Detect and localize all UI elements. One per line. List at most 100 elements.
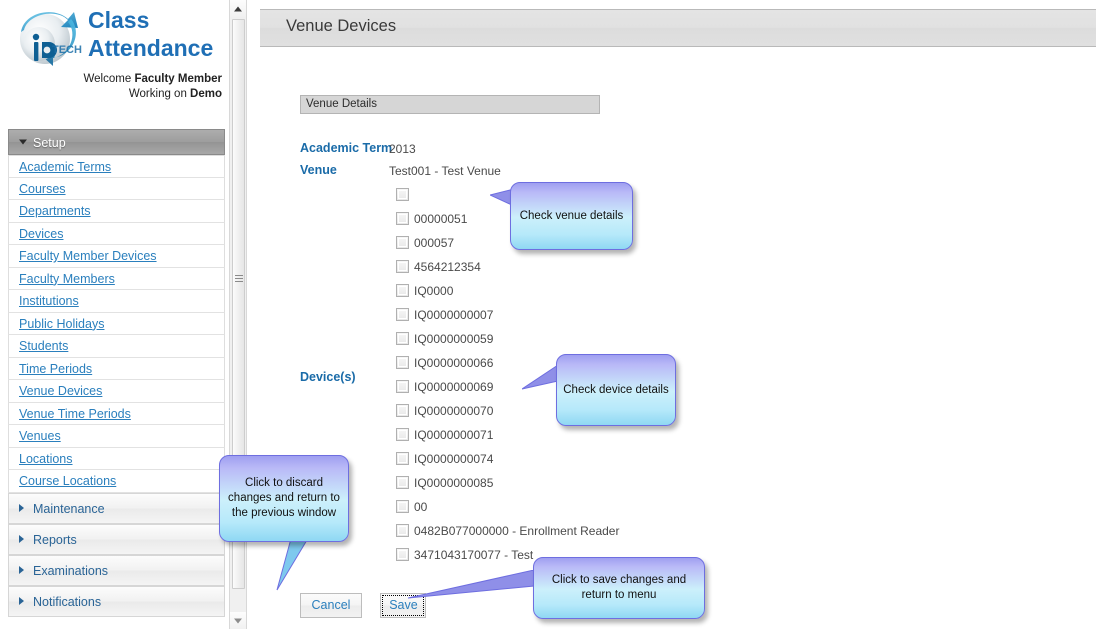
device-label: IQ0000000085 bbox=[414, 476, 494, 490]
callout-tail-save bbox=[408, 570, 535, 599]
sidebar-item-courses[interactable]: Courses bbox=[8, 177, 225, 200]
checkbox-icon[interactable] bbox=[396, 452, 409, 465]
device-label: IQ0000000070 bbox=[414, 404, 494, 418]
sidebar-section-label-maintenance: Maintenance bbox=[33, 501, 105, 516]
checkbox-icon[interactable] bbox=[396, 188, 409, 201]
sidebar-item-venue-time-periods[interactable]: Venue Time Periods bbox=[8, 402, 225, 425]
scroll-down-button[interactable] bbox=[230, 612, 246, 629]
sidebar-item-faculty-member-devices[interactable]: Faculty Member Devices bbox=[8, 245, 225, 268]
label-venue: Venue bbox=[300, 163, 337, 177]
device-row[interactable]: IQ0000 bbox=[396, 284, 696, 308]
checkbox-icon[interactable] bbox=[396, 260, 409, 273]
sidebar-item-institutions[interactable]: Institutions bbox=[8, 290, 225, 313]
label-devices: Device(s) bbox=[300, 370, 356, 384]
checkbox-icon[interactable] bbox=[396, 500, 409, 513]
page-title: Venue Devices bbox=[286, 17, 397, 35]
device-label: 000057 bbox=[414, 236, 455, 250]
device-row[interactable]: IQ0000000074 bbox=[396, 452, 696, 476]
sidebar-section-examinations[interactable]: Examinations bbox=[8, 554, 225, 586]
device-row[interactable]: IQ0000000059 bbox=[396, 332, 696, 356]
checkbox-icon[interactable] bbox=[396, 476, 409, 489]
checkbox-icon[interactable] bbox=[396, 212, 409, 225]
app-title-line1: Class bbox=[88, 7, 150, 33]
sidebar-section-setup[interactable]: Setup bbox=[8, 129, 225, 155]
app-title: Class Attendance bbox=[88, 6, 224, 62]
callout-tail-cancel bbox=[276, 535, 311, 591]
sidebar-section-label-examinations: Examinations bbox=[33, 563, 109, 578]
sidebar-section-label-setup: Setup bbox=[33, 136, 66, 150]
cancel-button[interactable]: Cancel bbox=[300, 593, 362, 618]
panel-title-venue-details: Venue Details bbox=[300, 95, 600, 114]
sidebar-section-maintenance[interactable]: Maintenance bbox=[8, 492, 225, 524]
checkbox-icon[interactable] bbox=[396, 236, 409, 249]
scroll-up-button[interactable] bbox=[230, 0, 246, 17]
sidebar-menu: Setup Academic Terms Courses Departments… bbox=[8, 129, 225, 617]
device-row[interactable]: 0482B077000000 - Enrollment Reader bbox=[396, 524, 696, 548]
sidebar-item-course-locations[interactable]: Course Locations bbox=[8, 470, 225, 493]
welcome-prefix: Welcome bbox=[83, 73, 135, 85]
checkbox-icon[interactable] bbox=[396, 332, 409, 345]
device-label: IQ0000000007 bbox=[414, 308, 494, 322]
working-line: Working on Demo bbox=[30, 87, 222, 102]
device-row[interactable]: IQ0000000071 bbox=[396, 428, 696, 452]
chevron-right-icon bbox=[19, 597, 24, 605]
checkbox-icon[interactable] bbox=[396, 548, 409, 561]
device-label: IQ0000000069 bbox=[414, 380, 494, 394]
checkbox-icon[interactable] bbox=[396, 428, 409, 441]
sidebar-item-public-holidays[interactable]: Public Holidays bbox=[8, 312, 225, 335]
sidebar-item-students[interactable]: Students bbox=[8, 335, 225, 358]
sidebar-item-academic-terms[interactable]: Academic Terms bbox=[8, 155, 225, 178]
triangle-up-icon bbox=[234, 6, 242, 11]
device-label: IQ0000 bbox=[414, 284, 454, 298]
device-row[interactable]: IQ0000000085 bbox=[396, 476, 696, 500]
sidebar-item-devices[interactable]: Devices bbox=[8, 222, 225, 245]
checkbox-icon[interactable] bbox=[396, 284, 409, 297]
sidebar-item-departments[interactable]: Departments bbox=[8, 200, 225, 223]
sidebar-setup-item-list: Academic Terms Courses Departments Devic… bbox=[8, 155, 225, 493]
sidebar-item-locations[interactable]: Locations bbox=[8, 447, 225, 470]
checkbox-icon[interactable] bbox=[396, 356, 409, 369]
checkbox-icon[interactable] bbox=[396, 404, 409, 417]
callout-cancel-description: Click to discard changes and return to t… bbox=[219, 455, 349, 542]
chevron-down-icon bbox=[19, 139, 27, 145]
app-window: TECH Class Attendance Welcome Faculty Me… bbox=[0, 0, 1099, 629]
triangle-down-icon bbox=[234, 618, 242, 623]
device-label: IQ0000000059 bbox=[414, 332, 494, 346]
checkbox-icon[interactable] bbox=[396, 380, 409, 393]
working-prefix: Working on bbox=[128, 88, 191, 100]
checkbox-icon[interactable] bbox=[396, 524, 409, 537]
sidebar-item-time-periods[interactable]: Time Periods bbox=[8, 357, 225, 380]
checkbox-icon[interactable] bbox=[396, 308, 409, 321]
label-academic-term: Academic Term bbox=[300, 141, 393, 155]
device-label: 4564212354 bbox=[414, 260, 481, 274]
working-target: Demo bbox=[190, 88, 222, 100]
device-label: 00000051 bbox=[414, 212, 468, 226]
welcome-text: Welcome Faculty Member Working on Demo bbox=[30, 72, 222, 102]
sidebar-item-venues[interactable]: Venues bbox=[8, 425, 225, 448]
globe-swoosh-logo: TECH bbox=[12, 6, 90, 72]
device-label: IQ0000000071 bbox=[414, 428, 494, 442]
welcome-role: Faculty Member bbox=[134, 73, 222, 85]
left-sidebar: TECH Class Attendance Welcome Faculty Me… bbox=[0, 0, 228, 629]
device-label: IQ0000000074 bbox=[414, 452, 494, 466]
welcome-line: Welcome Faculty Member bbox=[30, 72, 222, 87]
chevron-right-icon bbox=[19, 535, 24, 543]
sidebar-section-label-notifications: Notifications bbox=[33, 594, 102, 609]
sidebar-item-venue-devices[interactable]: Venue Devices bbox=[8, 380, 225, 403]
sidebar-item-faculty-members[interactable]: Faculty Members bbox=[8, 267, 225, 290]
main-content: Venue Devices Venue Details Academic Ter… bbox=[249, 0, 1099, 629]
device-row[interactable]: 00 bbox=[396, 500, 696, 524]
brand-header: TECH Class Attendance Welcome Faculty Me… bbox=[0, 0, 228, 120]
value-academic-term: 2013 bbox=[389, 142, 416, 156]
sidebar-section-reports[interactable]: Reports bbox=[8, 523, 225, 555]
app-title-line2: Attendance bbox=[88, 35, 214, 61]
chevron-right-icon bbox=[19, 504, 24, 512]
grip-lines-icon bbox=[234, 275, 243, 282]
device-row[interactable]: 4564212354 bbox=[396, 260, 696, 284]
device-label: 0482B077000000 - Enrollment Reader bbox=[414, 524, 620, 538]
device-row[interactable]: IQ0000000007 bbox=[396, 308, 696, 332]
callout-check-device-details: Check device details bbox=[556, 354, 676, 426]
device-label: 00 bbox=[414, 500, 428, 514]
sidebar-section-label-reports: Reports bbox=[33, 532, 77, 547]
sidebar-section-notifications[interactable]: Notifications bbox=[8, 585, 225, 617]
